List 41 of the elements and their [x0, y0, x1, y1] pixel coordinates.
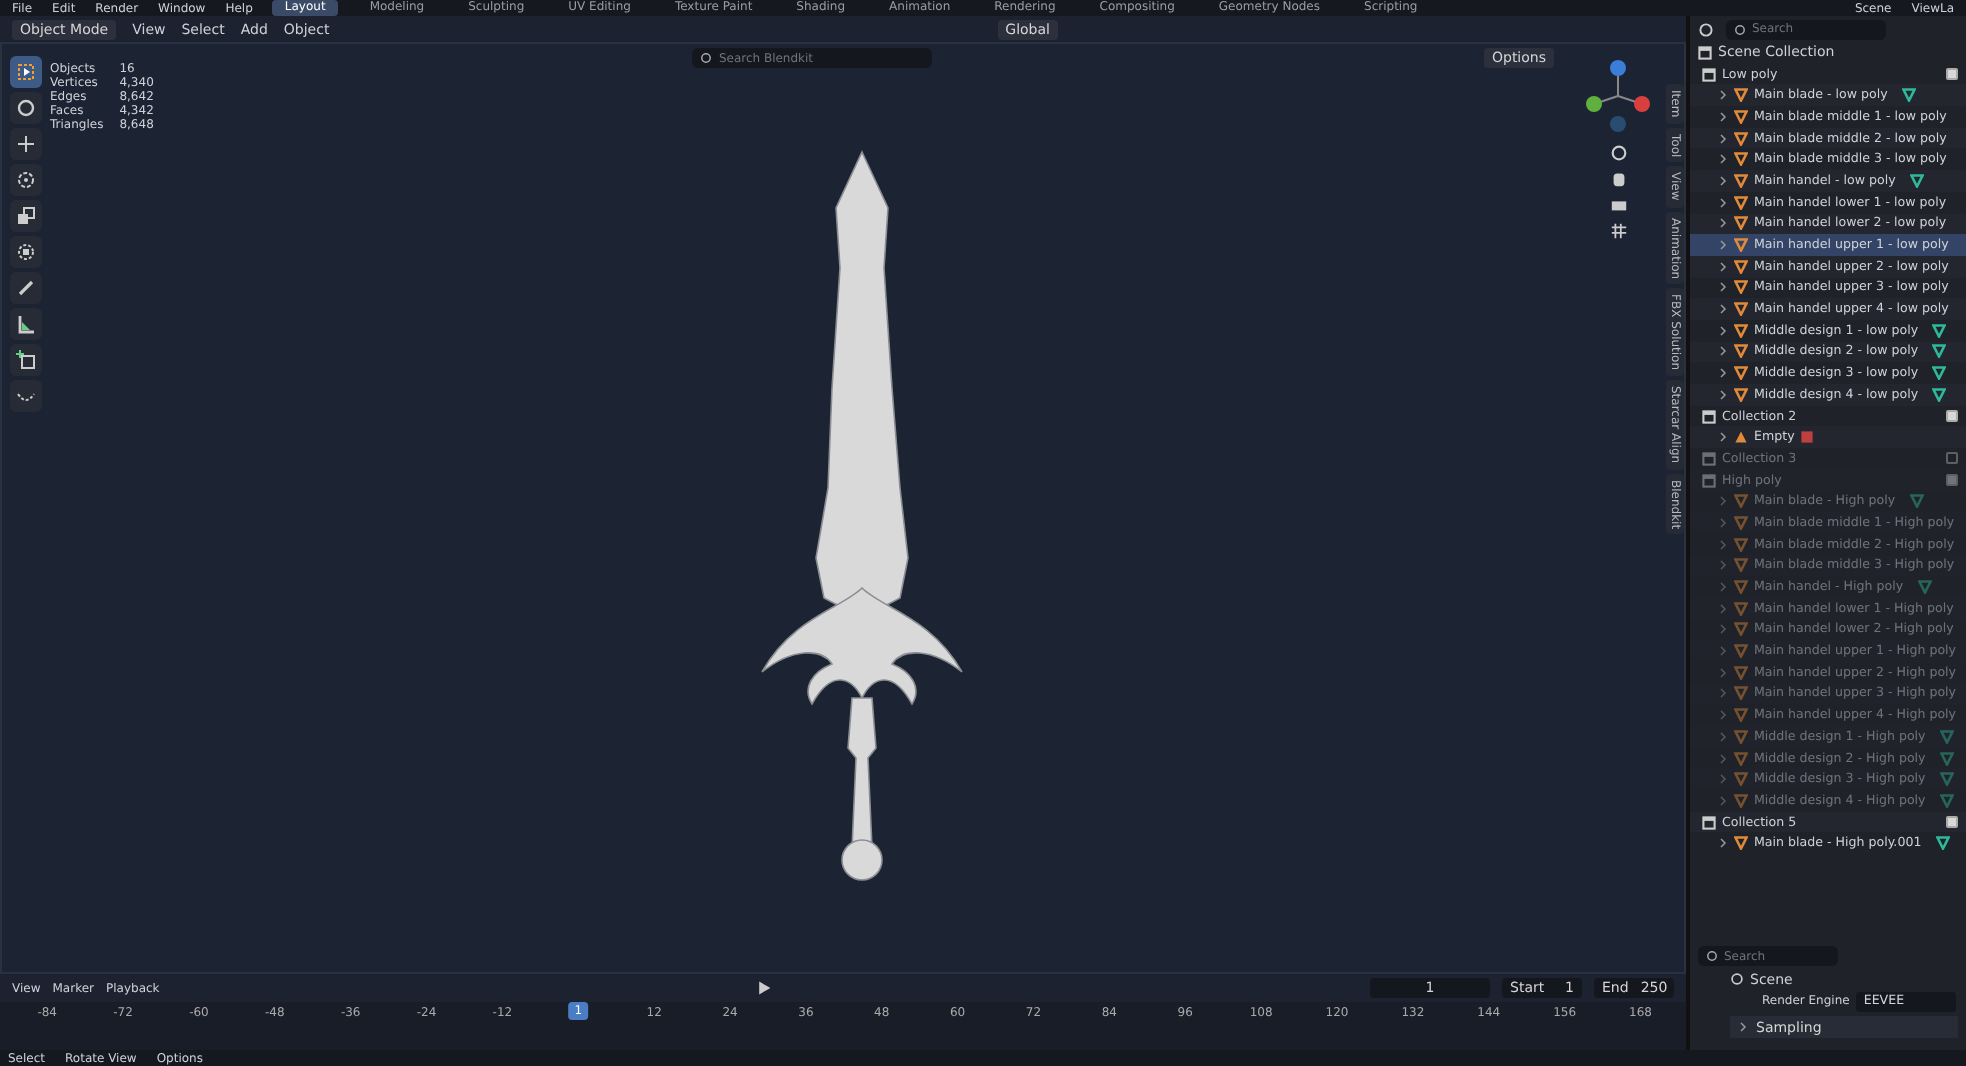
tool-button[interactable]	[10, 56, 42, 88]
move-icon	[16, 134, 36, 154]
ruler-icon	[16, 314, 36, 334]
add-cube-icon	[16, 350, 36, 370]
chevron-icon[interactable]	[1738, 1022, 1748, 1032]
chevron-icon[interactable]	[1718, 838, 1728, 849]
tool-button[interactable]	[10, 380, 42, 412]
checkbox[interactable]	[1946, 68, 1958, 81]
collection-icon	[1698, 45, 1712, 60]
mesh-icon	[1734, 836, 1748, 851]
tool-button[interactable]	[10, 128, 42, 160]
mesh-data-icon	[1909, 173, 1924, 188]
mesh-data-icon	[1917, 580, 1932, 595]
tool-button[interactable]	[10, 344, 42, 376]
mesh-data-icon	[1935, 836, 1950, 851]
tool-button[interactable]	[10, 272, 42, 304]
select-icon	[16, 62, 36, 82]
tool-button[interactable]	[10, 200, 42, 232]
checkbox[interactable]	[1946, 410, 1958, 423]
image-icon	[1800, 430, 1815, 445]
play-icon	[756, 980, 773, 996]
scale-icon	[16, 206, 36, 226]
mesh-data-icon	[1909, 494, 1924, 509]
grid-icon	[1609, 222, 1627, 240]
tool-button[interactable]	[10, 308, 42, 340]
tool-button[interactable]	[10, 92, 42, 124]
transform-icon	[16, 242, 36, 262]
collection-icon	[1702, 451, 1716, 466]
collection-icon	[1702, 67, 1716, 82]
mesh-data-icon	[1901, 88, 1916, 103]
collection-icon	[1702, 409, 1716, 424]
collection-icon	[1702, 473, 1716, 488]
tool-button[interactable]	[10, 236, 42, 268]
tool-button[interactable]	[10, 164, 42, 196]
rotate-icon	[16, 170, 36, 190]
cursor-icon	[16, 98, 36, 118]
collection-icon	[1702, 815, 1716, 830]
checkbox[interactable]	[1946, 816, 1958, 829]
pencil-icon	[16, 278, 36, 298]
empty-icon	[1734, 430, 1748, 445]
chevron-icon[interactable]	[1718, 432, 1728, 443]
